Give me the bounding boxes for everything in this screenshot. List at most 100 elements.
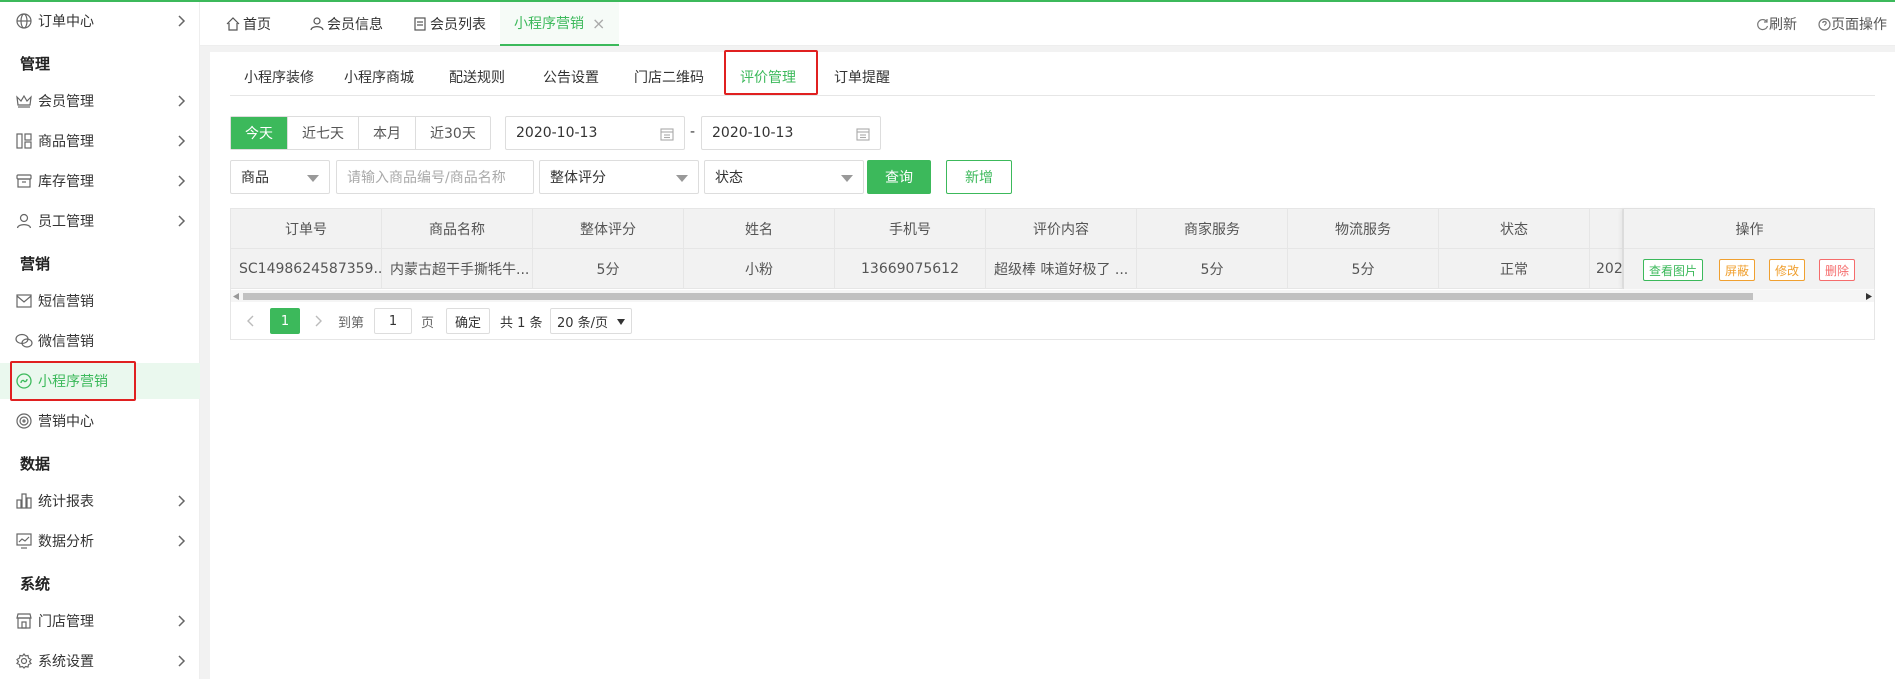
- range-today[interactable]: 今天: [231, 117, 288, 149]
- refresh-label: 刷新: [1769, 17, 1797, 33]
- section-title-marketing: 营销: [20, 255, 51, 273]
- subtab-miniprogram-mall[interactable]: 小程序商城: [344, 58, 414, 96]
- subtab-delivery-rules[interactable]: 配送规则: [449, 58, 505, 96]
- sidebar-item-reports[interactable]: 统计报表: [0, 483, 200, 519]
- sidebar-item-stores[interactable]: 门店管理: [0, 603, 200, 639]
- rating-select[interactable]: 整体评分: [539, 160, 699, 194]
- cell-status: 正常: [1439, 249, 1590, 289]
- tab-home[interactable]: 首页: [226, 2, 271, 46]
- tab-label: 会员信息: [327, 17, 383, 33]
- sidebar-item-label: 库存管理: [38, 174, 94, 190]
- sidebar-item-inventory[interactable]: 库存管理: [0, 163, 200, 199]
- range-month[interactable]: 本月: [359, 117, 416, 149]
- refresh-button[interactable]: 刷新: [1756, 2, 1797, 46]
- sidebar-item-products[interactable]: 商品管理: [0, 123, 200, 159]
- query-button[interactable]: 查询: [867, 160, 931, 194]
- tab-member-info[interactable]: 会员信息: [310, 2, 383, 46]
- column-header: 手机号: [835, 209, 986, 249]
- end-date-field[interactable]: 2020-10-13: [701, 116, 881, 150]
- list-icon: [414, 17, 426, 31]
- view-images-button[interactable]: 查看图片: [1643, 259, 1703, 281]
- sidebar-item-analytics[interactable]: 数据分析: [0, 523, 200, 559]
- goto-confirm-button[interactable]: 确定: [446, 308, 490, 334]
- goto-page-input[interactable]: 1: [374, 308, 412, 334]
- scrollbar-thumb[interactable]: [243, 293, 1753, 300]
- date-range-toggle: 今天 近七天 本月 近30天: [230, 116, 491, 150]
- status-select[interactable]: 状态: [704, 160, 864, 194]
- sidebar-item-label: 会员管理: [38, 94, 94, 110]
- total-count: 共 1 条: [500, 315, 543, 331]
- sidebar-item-label: 商品管理: [38, 134, 94, 150]
- calendar-icon: [660, 128, 674, 141]
- page-number-current[interactable]: 1: [270, 308, 300, 334]
- bar-chart-icon: [14, 491, 34, 511]
- chevron-right-icon: [178, 655, 186, 667]
- prev-page-icon[interactable]: [246, 315, 254, 327]
- sidebar-item-label: 数据分析: [38, 534, 94, 550]
- keyword-input[interactable]: 请输入商品编号/商品名称: [336, 160, 534, 194]
- date-separator: -: [690, 124, 696, 140]
- start-date-field[interactable]: 2020-10-13: [505, 116, 685, 150]
- column-header: 状态: [1439, 209, 1590, 249]
- box-icon: [14, 171, 34, 191]
- start-date-value: 2020-10-13: [516, 125, 598, 141]
- sidebar-item-staff[interactable]: 员工管理: [0, 203, 200, 239]
- top-tab-bar: 首页 会员信息 会员列表 小程序营销 × 刷新 页面操作: [200, 2, 1895, 46]
- subtab-store-qrcode[interactable]: 门店二维码: [634, 58, 704, 96]
- cell-date-partial: 2020: [1590, 249, 1623, 289]
- tab-member-list[interactable]: 会员列表: [413, 2, 486, 46]
- sidebar-item-wechat[interactable]: 微信营销: [0, 323, 200, 359]
- rating-select-value: 整体评分: [550, 170, 606, 186]
- sidebar-item-settings[interactable]: 系统设置: [0, 643, 200, 679]
- page-ops-button[interactable]: 页面操作: [1818, 2, 1887, 46]
- tab-label: 会员列表: [430, 17, 486, 33]
- sidebar-item-label: 短信营销: [38, 294, 94, 310]
- sidebar-item-sms[interactable]: 短信营销: [0, 283, 200, 319]
- sidebar-item-order-center[interactable]: 订单中心: [0, 3, 200, 39]
- chevron-right-icon: [178, 495, 186, 507]
- crown-icon: [14, 91, 34, 111]
- type-select-value: 商品: [241, 170, 269, 186]
- horizontal-scrollbar[interactable]: [231, 290, 1874, 302]
- scroll-right-icon[interactable]: [1866, 293, 1872, 300]
- sidebar-item-label: 员工管理: [38, 214, 94, 230]
- subtab-notice-settings[interactable]: 公告设置: [543, 58, 599, 96]
- column-header: 评价内容: [986, 209, 1137, 249]
- next-page-icon[interactable]: [315, 315, 323, 327]
- subtab-miniprogram-decor[interactable]: 小程序装修: [244, 58, 314, 96]
- close-icon[interactable]: ×: [592, 14, 605, 33]
- gear-icon: [14, 651, 34, 671]
- page-unit-label: 页: [421, 315, 435, 331]
- column-header-actions: 操作: [1624, 209, 1875, 249]
- block-button[interactable]: 屏蔽: [1719, 259, 1755, 281]
- user-icon: [14, 211, 34, 231]
- cell-order-no: SC1498624587359...: [231, 249, 382, 289]
- cell-logistics-service: 5分: [1288, 249, 1439, 289]
- type-select[interactable]: 商品: [230, 160, 330, 194]
- highlight-box-sidebar: [10, 361, 136, 401]
- delete-button[interactable]: 删除: [1819, 259, 1855, 281]
- cell-name: 小粉: [684, 249, 835, 289]
- edit-button[interactable]: 修改: [1769, 259, 1805, 281]
- calendar-icon: [856, 128, 870, 141]
- scroll-left-icon[interactable]: [233, 293, 239, 300]
- chevron-right-icon: [178, 15, 186, 27]
- sidebar-item-label: 订单中心: [38, 14, 94, 30]
- page-size-value: 20 条/页: [557, 315, 609, 331]
- tab-label: 小程序营销: [514, 16, 584, 32]
- range-30days[interactable]: 近30天: [416, 117, 490, 149]
- add-button[interactable]: 新增: [946, 160, 1012, 194]
- caret-down-icon: [676, 175, 688, 182]
- page-size-select[interactable]: 20 条/页: [550, 308, 632, 334]
- column-header: 商家服务: [1137, 209, 1288, 249]
- grid-icon: [14, 131, 34, 151]
- sidebar-item-label: 门店管理: [38, 614, 94, 630]
- subtab-order-reminder[interactable]: 订单提醒: [834, 58, 890, 96]
- caret-down-icon: [841, 175, 853, 182]
- caret-down-icon: [617, 319, 625, 325]
- sidebar-item-marketing-center[interactable]: 营销中心: [0, 403, 200, 439]
- range-7days[interactable]: 近七天: [288, 117, 359, 149]
- tab-miniprogram-marketing[interactable]: 小程序营销 ×: [500, 2, 620, 46]
- chevron-right-icon: [178, 535, 186, 547]
- sidebar-item-members[interactable]: 会员管理: [0, 83, 200, 119]
